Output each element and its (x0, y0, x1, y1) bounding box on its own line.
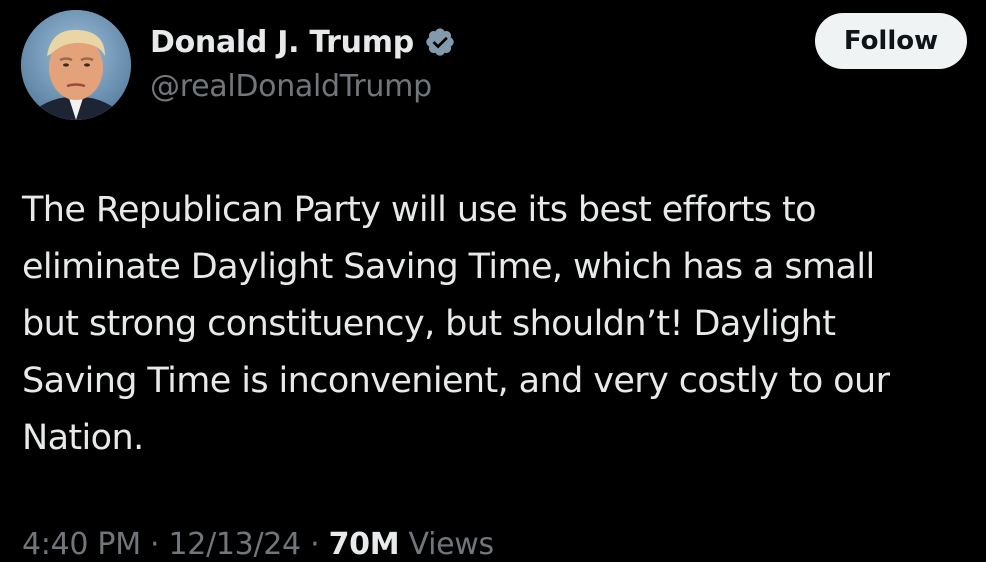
meta-separator: · (300, 527, 329, 562)
post-card: Donald J. Trump @realDonaldTrump Follow … (0, 0, 986, 562)
avatar-photo-icon (21, 10, 131, 120)
author-name-row: Donald J. Trump (150, 20, 456, 64)
post-date[interactable]: 12/13/24 (169, 527, 302, 562)
views-label: Views (399, 527, 495, 562)
meta-separator: · (140, 527, 169, 562)
follow-button[interactable]: Follow (815, 13, 967, 69)
author-display-name[interactable]: Donald J. Trump (150, 25, 414, 60)
views-count: 70M (328, 527, 400, 562)
avatar[interactable] (21, 10, 131, 120)
verified-badge-icon[interactable] (424, 26, 456, 58)
author-handle[interactable]: @realDonaldTrump (150, 69, 432, 104)
post-meta: 4:40 PM · 12/13/24 · 70M Views (22, 527, 494, 562)
post-text: The Republican Party will use its best e… (22, 190, 890, 458)
post-time[interactable]: 4:40 PM (22, 527, 141, 562)
